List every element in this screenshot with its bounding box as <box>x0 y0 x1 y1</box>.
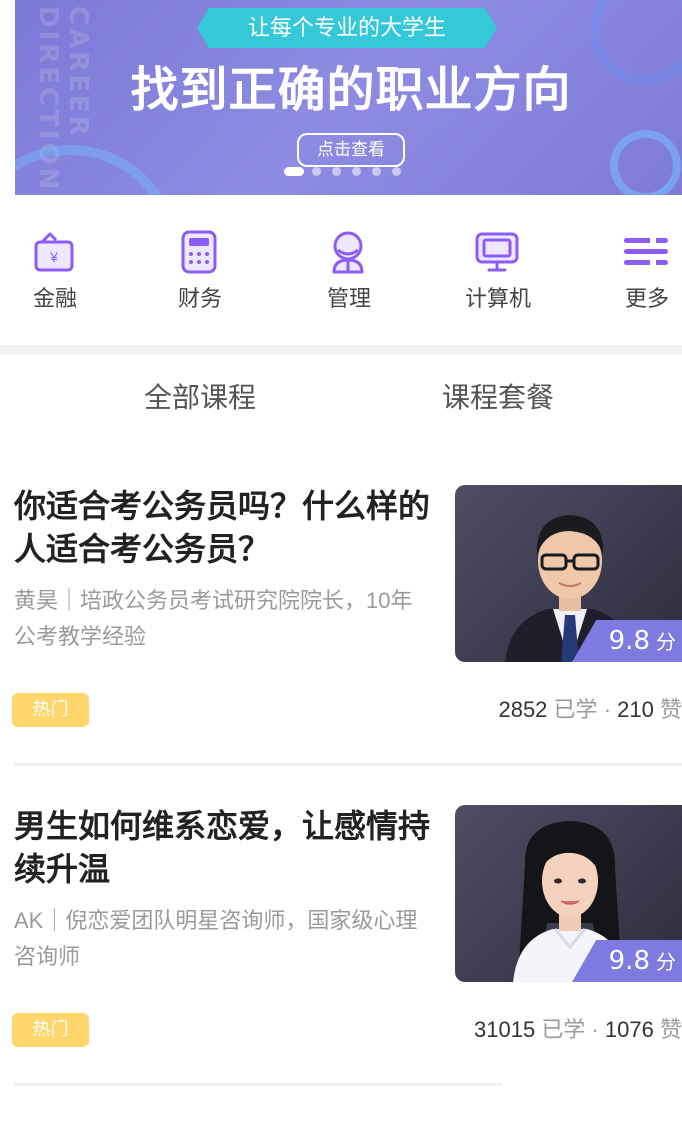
category-nav: ¥ 金融 财务 管理 计算机 更多 <box>0 218 682 323</box>
course-title: 男生如何维系恋爱，让感情持续升温 <box>14 808 431 887</box>
banner-cta-button[interactable]: 点击查看 <box>297 133 405 167</box>
course-stats: 2852 已学 · 210 赞 <box>436 693 682 727</box>
svg-text:¥: ¥ <box>49 249 58 265</box>
carousel-indicator <box>284 167 414 177</box>
more-menu-icon <box>624 237 668 266</box>
tab-all-courses[interactable]: 全部课程 <box>100 370 300 425</box>
carousel-dot[interactable] <box>312 167 321 176</box>
category-label: 金融 <box>32 286 77 311</box>
course-title: 你适合考公务员吗？什么样的人适合考公务员？ <box>14 488 431 567</box>
course-thumbnail: 9.8 分 <box>455 485 682 662</box>
tab-course-packages[interactable]: 课程套餐 <box>398 370 598 425</box>
carousel-dot[interactable] <box>392 167 401 176</box>
course-thumbnail: 9.8 分 <box>455 805 682 982</box>
course-instructor: AK｜倪恋爱团队明星咨询师，国家级心理咨询师 <box>14 908 418 969</box>
stats-separator: · <box>603 697 612 722</box>
learned-count: 2852 <box>498 697 548 722</box>
hot-badge: 热门 <box>12 693 89 727</box>
carousel-dot[interactable] <box>372 167 381 176</box>
score-unit: 分 <box>656 632 676 654</box>
category-label: 财务 <box>177 286 222 311</box>
likes-count: 1076 <box>604 1017 654 1042</box>
category-management[interactable]: 管理 <box>294 218 404 318</box>
likes-label: 赞 <box>659 697 682 722</box>
course-instructor: 黄昊｜培政公务员考试研究院院长，10年公考教学经验 <box>14 588 413 649</box>
computer-monitor-icon <box>475 232 519 272</box>
course-stats: 31015 已学 · 1076 赞 <box>436 1013 682 1047</box>
stats-separator: · <box>591 1017 599 1042</box>
banner-decorative-ring-top <box>590 0 682 85</box>
learned-count: 31015 <box>474 1017 536 1042</box>
category-accounting[interactable]: 财务 <box>145 218 255 318</box>
likes-label: 赞 <box>659 1017 682 1042</box>
score-unit: 分 <box>656 952 676 974</box>
carousel-dot[interactable] <box>332 167 341 176</box>
carousel-dot-active[interactable] <box>284 167 304 176</box>
banner-decorative-ring <box>610 130 681 195</box>
hot-badge: 热门 <box>12 1013 89 1047</box>
category-more[interactable]: 更多 <box>592 218 682 318</box>
calculator-icon <box>181 230 217 274</box>
course-card[interactable]: 男生如何维系恋爱，让感情持续升温 AK｜倪恋爱团队明星咨询师，国家级心理咨询师 … <box>0 805 682 1105</box>
score-value: 9.8 <box>608 626 650 656</box>
finance-wallet-icon: ¥ <box>34 232 74 272</box>
course-tabs: 全部课程 课程套餐 <box>0 370 682 425</box>
learned-label: 已学 <box>541 1017 586 1042</box>
learned-label: 已学 <box>553 697 598 722</box>
banner-decorative-circle <box>15 145 180 195</box>
card-divider <box>14 1083 502 1086</box>
category-label: 计算机 <box>464 286 531 311</box>
promo-banner[interactable]: CAREER DIRECTION 让每个专业的大学生 找到正确的职业方向 点击查… <box>15 0 682 195</box>
likes-count: 210 <box>617 697 654 722</box>
card-divider <box>14 763 682 766</box>
section-divider <box>0 345 682 355</box>
carousel-dot[interactable] <box>352 167 361 176</box>
category-computer[interactable]: 计算机 <box>443 218 553 318</box>
banner-headline: 找到正确的职业方向 <box>130 64 572 117</box>
banner-ribbon: 让每个专业的大学生 <box>197 8 497 48</box>
score-value: 9.8 <box>608 946 650 976</box>
manager-person-icon <box>332 231 364 274</box>
category-label: 管理 <box>326 286 371 311</box>
category-label: 更多 <box>624 286 669 311</box>
category-finance[interactable]: ¥ 金融 <box>0 218 110 318</box>
course-card[interactable]: 你适合考公务员吗？什么样的人适合考公务员？ 黄昊｜培政公务员考试研究院院长，10… <box>0 485 682 785</box>
